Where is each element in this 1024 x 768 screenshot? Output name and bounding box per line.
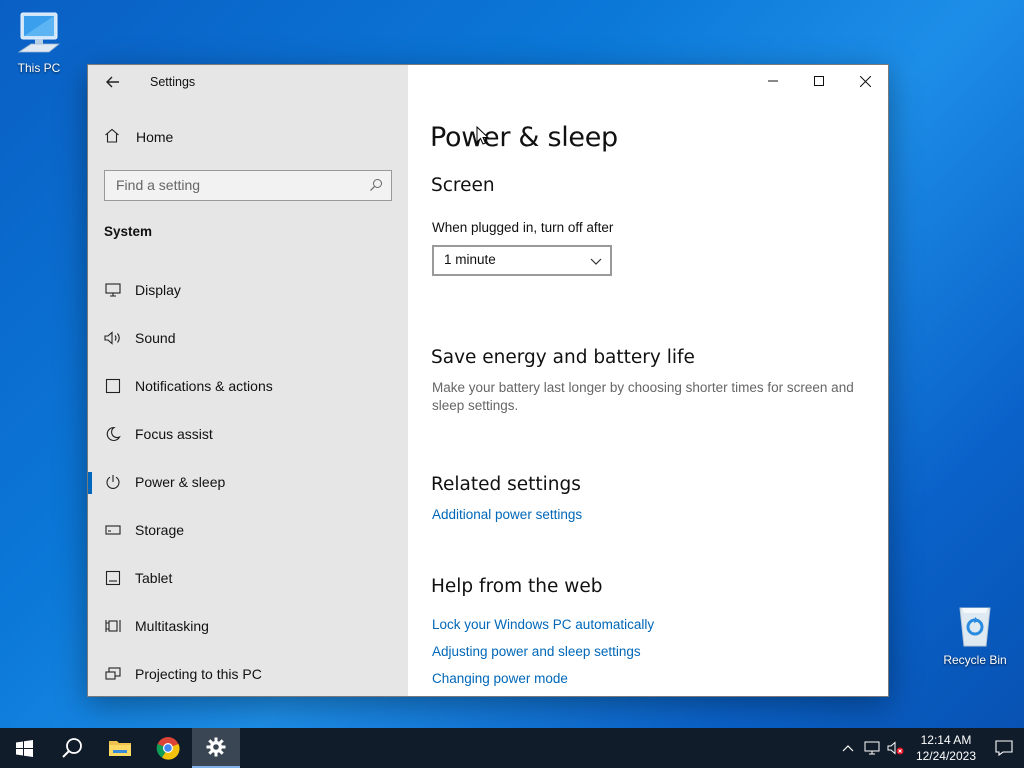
chrome-icon [156,737,180,760]
sidebar-item-notifications[interactable]: Notifications & actions [88,362,408,410]
save-energy-heading: Save energy and battery life [431,347,695,368]
projecting-icon [104,666,122,682]
mouse-cursor [476,126,490,145]
settings-icon [206,737,226,757]
back-arrow-icon [106,76,119,88]
sidebar-item-storage[interactable]: Storage [88,506,408,554]
sidebar-item-label: Tablet [135,570,173,586]
volume-muted-icon [887,741,904,755]
close-button[interactable] [842,65,888,97]
dropdown-value: 1 minute [444,252,496,267]
help-link-changing-power-mode[interactable]: Changing power mode [432,671,568,686]
sidebar-item-label: Display [135,282,181,298]
sidebar-item-power-sleep[interactable]: Power & sleep [88,458,408,506]
sidebar-item-label: Sound [135,330,176,346]
window-controls [750,65,888,97]
chevron-up-icon [842,745,854,752]
taskbar: 12:14 AM 12/24/2023 [0,728,1024,768]
power-icon [104,474,122,490]
search-icon [369,178,383,195]
page-title: Power & sleep [430,122,618,153]
sidebar-item-label: Notifications & actions [135,378,273,394]
sidebar-item-label: Power & sleep [135,474,226,490]
sidebar-item-label: Focus assist [135,426,213,442]
moon-icon [104,426,122,442]
title-bar: Settings [88,65,408,99]
taskbar-chrome[interactable] [144,728,192,768]
taskbar-search-button[interactable] [48,728,96,768]
clock-time: 12:14 AM [920,733,972,747]
save-energy-description: Make your battery last longer by choosin… [432,380,854,413]
recycle-bin-icon [959,607,991,647]
sidebar-item-sound[interactable]: Sound [88,314,408,362]
computer-icon [17,12,61,53]
search-icon [62,738,82,758]
storage-icon [104,522,122,538]
chevron-down-icon [590,254,602,269]
home-nav-item[interactable]: Home [104,128,173,146]
multitasking-icon [104,618,122,634]
help-link-lock-pc[interactable]: Lock your Windows PC automatically [432,617,654,632]
file-explorer-icon [109,741,131,756]
settings-nav-pane: Settings Home Find a setting System Disp… [88,65,408,696]
screen-timeout-dropdown[interactable]: 1 minute [432,245,612,276]
minimize-button[interactable] [750,65,796,97]
home-icon [104,128,122,146]
sidebar-item-projecting[interactable]: Projecting to this PC [88,650,408,696]
this-pc-desktop-icon[interactable]: This PC [1,10,77,75]
help-heading: Help from the web [431,576,603,597]
taskbar-clock[interactable]: 12:14 AM 12/24/2023 [908,732,984,764]
settings-window: Settings Home Find a setting System Disp… [87,64,889,697]
sidebar-item-label: Projecting to this PC [135,666,262,682]
sidebar-item-display[interactable]: Display [88,266,408,314]
plugged-in-label: When plugged in, turn off after [432,220,614,235]
sidebar-item-label: Multitasking [135,618,209,634]
network-icon [864,741,880,755]
network-tray-button[interactable] [860,728,884,768]
recycle-bin-label: Recycle Bin [943,653,1007,667]
recycle-bin-desktop-icon[interactable]: Recycle Bin [937,602,1013,667]
app-title: Settings [150,75,196,89]
maximize-icon [814,76,824,86]
section-label-system: System [104,224,153,239]
minimize-icon [768,80,778,82]
search-input[interactable]: Find a setting [104,170,392,201]
system-nav-list: Display Sound Notifications & actions Fo… [88,266,408,696]
back-button[interactable] [101,71,125,93]
system-tray: 12:14 AM 12/24/2023 [836,728,1024,768]
sidebar-item-tablet[interactable]: Tablet [88,554,408,602]
action-center-button[interactable] [984,728,1024,768]
search-placeholder: Find a setting [116,177,201,193]
this-pc-label: This PC [17,61,61,75]
taskbar-settings[interactable] [192,728,240,768]
tablet-icon [104,570,122,586]
notification-icon [104,378,122,394]
related-settings-heading: Related settings [431,474,581,495]
speaker-icon [104,330,122,346]
sidebar-item-multitasking[interactable]: Multitasking [88,602,408,650]
close-icon [859,75,871,87]
start-icon [15,739,33,757]
maximize-button[interactable] [796,65,842,97]
taskbar-file-explorer[interactable] [96,728,144,768]
clock-date: 12/24/2023 [915,749,976,763]
help-link-adjusting-power[interactable]: Adjusting power and sleep settings [432,644,641,659]
sidebar-item-focus-assist[interactable]: Focus assist [88,410,408,458]
notification-icon [995,740,1013,756]
sidebar-item-label: Storage [135,522,185,538]
additional-power-settings-link[interactable]: Additional power settings [432,507,582,522]
show-hidden-icons-button[interactable] [836,728,860,768]
home-label: Home [136,129,174,145]
start-button[interactable] [0,728,48,768]
monitor-icon [104,282,122,298]
settings-content-pane: Power & sleep Screen When plugged in, tu… [408,65,888,696]
screen-heading: Screen [431,175,495,196]
volume-tray-button[interactable] [884,728,908,768]
